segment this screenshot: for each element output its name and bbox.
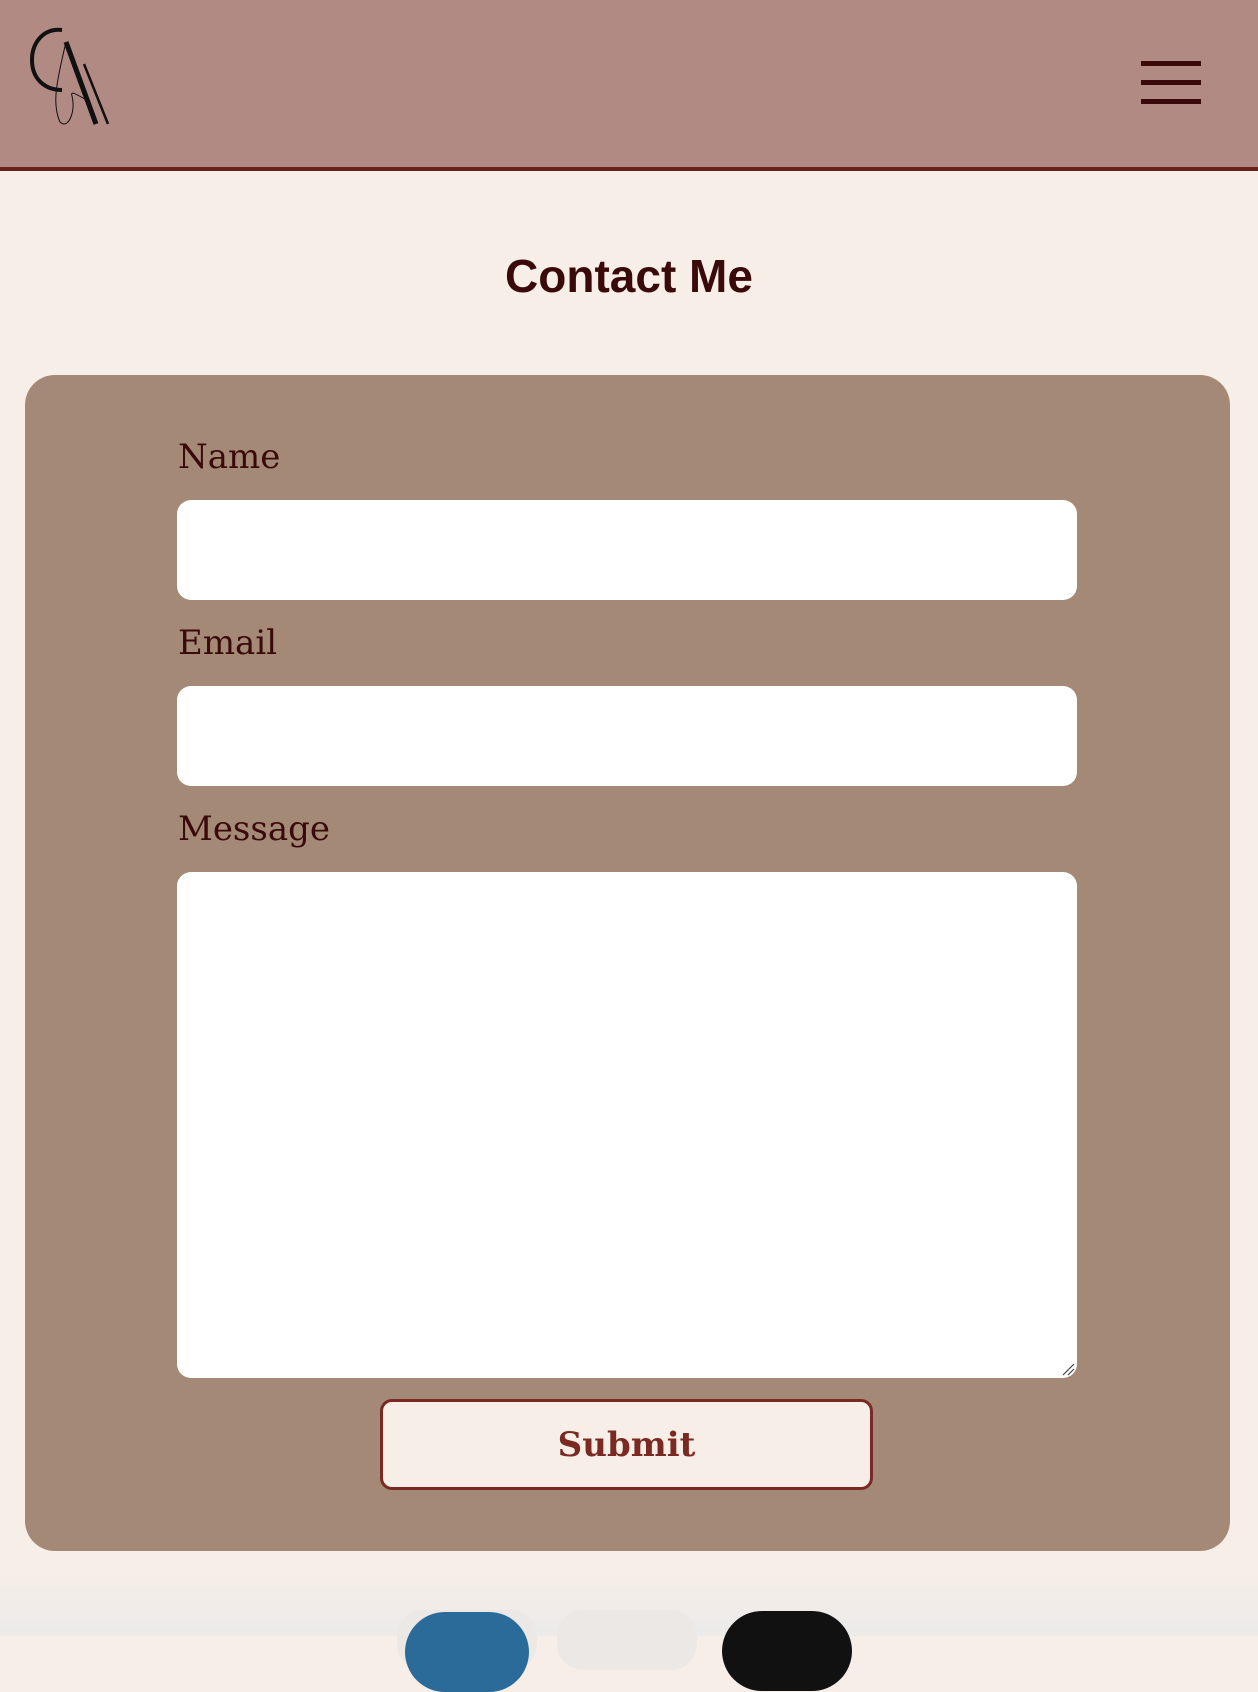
menu-bar-bottom xyxy=(1141,99,1201,104)
blue-circle-shape xyxy=(405,1612,529,1692)
email-label: Email xyxy=(178,623,278,663)
hamburger-menu-button[interactable] xyxy=(1136,58,1202,108)
message-textarea[interactable] xyxy=(177,872,1077,1378)
name-input[interactable] xyxy=(177,500,1077,600)
message-field-wrapper xyxy=(177,872,1077,1378)
message-label: Message xyxy=(178,809,330,849)
email-input[interactable] xyxy=(177,686,1077,786)
floating-gray-pill-icon[interactable] xyxy=(557,1610,697,1670)
contact-form: Name Email Message Submit xyxy=(25,375,1230,1551)
menu-bar-middle xyxy=(1141,80,1201,85)
ca-monogram-logo[interactable] xyxy=(26,24,122,130)
page-title: Contact Me xyxy=(505,250,753,302)
submit-button[interactable]: Submit xyxy=(380,1399,873,1490)
menu-bar-top xyxy=(1141,61,1201,66)
name-label: Name xyxy=(178,437,281,477)
floating-blue-circle-icon[interactable] xyxy=(397,1610,537,1692)
site-header xyxy=(0,0,1258,171)
resize-grip-icon[interactable] xyxy=(1061,1362,1075,1376)
floating-black-circle-icon[interactable] xyxy=(722,1611,852,1691)
